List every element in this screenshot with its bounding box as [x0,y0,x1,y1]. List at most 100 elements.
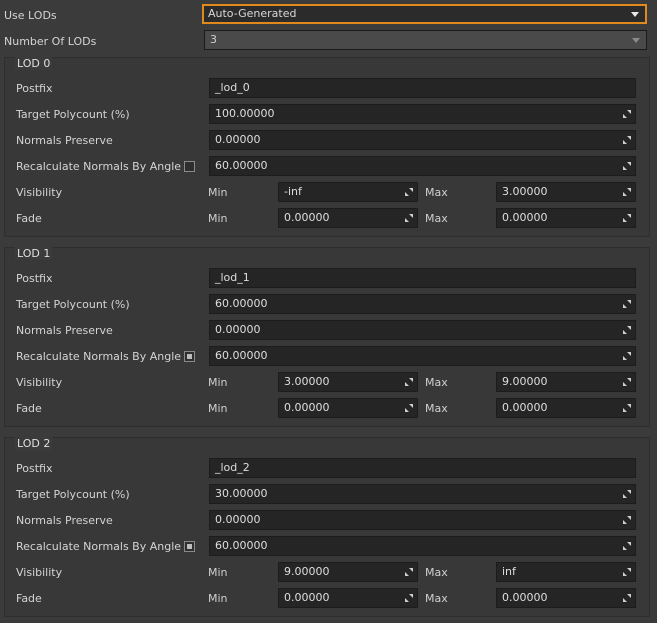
postfix-label: Postfix [16,272,53,285]
drag-spin-icon[interactable] [622,593,632,603]
postfix-value: _lod_1 [215,271,250,284]
recalculate-normals-row: Recalculate Normals By Angle 60.00000 [5,154,651,180]
normals-preserve-input[interactable]: 0.00000 [209,510,636,530]
fade-max-input[interactable]: 0.00000 [496,588,636,608]
drag-spin-icon[interactable] [622,377,632,387]
drag-spin-icon[interactable] [622,109,632,119]
visibility-row: Visibility Min 3.00000 Max 9.00000 [5,370,651,396]
visibility-row: Visibility Min -inf Max 3.00000 [5,180,651,206]
fade-label: Fade [16,212,42,225]
visibility-max-label: Max [425,566,448,579]
normals-preserve-value: 0.00000 [215,323,261,336]
lod-group-2: LOD 2 Postfix _lod_2 Target Polycount (%… [4,437,650,617]
fade-max-input[interactable]: 0.00000 [496,208,636,228]
visibility-min-label: Min [208,186,228,199]
visibility-min-input[interactable]: 9.00000 [278,562,418,582]
fade-min-input[interactable]: 0.00000 [278,208,418,228]
visibility-max-value: 3.00000 [502,185,548,198]
drag-spin-icon[interactable] [622,299,632,309]
drag-spin-icon[interactable] [622,161,632,171]
normals-preserve-value: 0.00000 [215,513,261,526]
drag-spin-icon[interactable] [404,377,414,387]
drag-spin-icon[interactable] [622,351,632,361]
lod-group-title: LOD 1 [15,247,53,260]
use-lods-label: Use LODs [4,9,57,22]
normals-preserve-input[interactable]: 0.00000 [209,320,636,340]
fade-label: Fade [16,592,42,605]
visibility-max-input[interactable]: 9.00000 [496,372,636,392]
target-polycount-input[interactable]: 100.00000 [209,104,636,124]
fade-max-value: 0.00000 [502,591,548,604]
postfix-input[interactable]: _lod_2 [209,458,636,478]
target-polycount-input[interactable]: 60.00000 [209,294,636,314]
visibility-max-label: Max [425,186,448,199]
drag-spin-icon[interactable] [404,403,414,413]
fade-min-input[interactable]: 0.00000 [278,398,418,418]
drag-spin-icon[interactable] [622,135,632,145]
normals-preserve-label: Normals Preserve [16,324,113,337]
chevron-down-icon [631,12,639,17]
postfix-input[interactable]: _lod_0 [209,78,636,98]
visibility-max-label: Max [425,376,448,389]
fade-row: Fade Min 0.00000 Max 0.00000 [5,206,651,232]
use-lods-value: Auto-Generated [208,7,297,20]
visibility-row: Visibility Min 9.00000 Max inf [5,560,651,586]
visibility-max-input[interactable]: 3.00000 [496,182,636,202]
drag-spin-icon[interactable] [622,325,632,335]
postfix-row: Postfix _lod_0 [5,76,651,102]
visibility-max-input[interactable]: inf [496,562,636,582]
normals-preserve-label: Normals Preserve [16,134,113,147]
drag-spin-icon[interactable] [622,213,632,223]
recalculate-normals-label: Recalculate Normals By Angle [16,350,182,363]
use-lods-row: Use LODs Auto-Generated [0,3,657,29]
target-polycount-input[interactable]: 30.00000 [209,484,636,504]
recalculate-angle-input[interactable]: 60.00000 [209,346,636,366]
recalculate-angle-value: 60.00000 [215,539,268,552]
drag-spin-icon[interactable] [622,515,632,525]
fade-min-value: 0.00000 [284,591,330,604]
recalculate-angle-input[interactable]: 60.00000 [209,156,636,176]
fade-max-input[interactable]: 0.00000 [496,398,636,418]
visibility-max-value: 9.00000 [502,375,548,388]
lod-group-1: LOD 1 Postfix _lod_1 Target Polycount (%… [4,247,650,427]
target-polycount-value: 100.00000 [215,107,275,120]
postfix-label: Postfix [16,82,53,95]
use-lods-select[interactable]: Auto-Generated [202,4,647,24]
normals-preserve-row: Normals Preserve 0.00000 [5,318,651,344]
normals-preserve-input[interactable]: 0.00000 [209,130,636,150]
visibility-min-label: Min [208,566,228,579]
drag-spin-icon[interactable] [622,489,632,499]
fade-row: Fade Min 0.00000 Max 0.00000 [5,396,651,422]
number-of-lods-select[interactable]: 3 [204,30,647,50]
recalculate-angle-value: 60.00000 [215,159,268,172]
drag-spin-icon[interactable] [622,567,632,577]
drag-spin-icon[interactable] [404,593,414,603]
drag-spin-icon[interactable] [404,187,414,197]
drag-spin-icon[interactable] [404,213,414,223]
postfix-input[interactable]: _lod_1 [209,268,636,288]
fade-min-label: Min [208,212,228,225]
visibility-min-value: 3.00000 [284,375,330,388]
fade-min-value: 0.00000 [284,211,330,224]
recalculate-normals-row: Recalculate Normals By Angle 60.00000 [5,344,651,370]
recalculate-angle-input[interactable]: 60.00000 [209,536,636,556]
lod-group-title: LOD 0 [15,57,53,70]
fade-max-value: 0.00000 [502,401,548,414]
target-polycount-label: Target Polycount (%) [16,108,130,121]
visibility-min-input[interactable]: -inf [278,182,418,202]
target-polycount-value: 60.00000 [215,297,268,310]
visibility-max-value: inf [502,565,516,578]
fade-min-input[interactable]: 0.00000 [278,588,418,608]
drag-spin-icon[interactable] [622,187,632,197]
fade-min-label: Min [208,592,228,605]
recalculate-normals-label: Recalculate Normals By Angle [16,160,182,173]
visibility-min-input[interactable]: 3.00000 [278,372,418,392]
drag-spin-icon[interactable] [622,403,632,413]
drag-spin-icon[interactable] [622,541,632,551]
recalculate-normals-checkbox[interactable] [184,161,195,172]
recalculate-normals-checkbox[interactable] [184,351,195,362]
drag-spin-icon[interactable] [404,567,414,577]
recalculate-normals-checkbox[interactable] [184,541,195,552]
fade-max-label: Max [425,212,448,225]
normals-preserve-row: Normals Preserve 0.00000 [5,128,651,154]
